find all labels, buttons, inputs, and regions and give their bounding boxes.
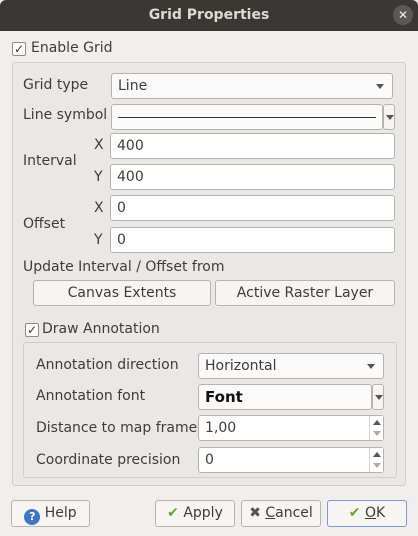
distance-to-map-frame-label: Distance to map frame	[36, 420, 198, 436]
offset-label: Offset	[23, 216, 66, 232]
increment-icon[interactable]	[373, 420, 381, 425]
help-icon: ?	[24, 509, 41, 525]
grid-properties-dialog: Grid Properties ✕ ✓ Enable Grid Grid typ…	[0, 0, 418, 536]
cancel-mnemonic: C	[265, 505, 276, 521]
checkmark-icon: ✔	[348, 505, 361, 521]
offset-x-input[interactable]: 0	[110, 195, 395, 221]
grid-settings-group: Grid type Line Line symbol Interval X 40…	[12, 62, 406, 486]
offset-x-label: X	[94, 200, 104, 216]
annotation-direction-label: Annotation direction	[36, 357, 179, 373]
close-icon: ✕	[397, 8, 409, 22]
chevron-down-icon	[386, 115, 394, 120]
precision-value: 0	[205, 452, 214, 468]
increment-icon[interactable]	[373, 452, 381, 457]
line-symbol-preview	[118, 117, 376, 118]
enable-grid-checkbox[interactable]: ✓	[12, 42, 26, 56]
cancel-button[interactable]: ✖ Cancel	[241, 500, 321, 527]
help-label: Help	[44, 505, 77, 521]
checkmark-icon: ✔	[167, 505, 179, 521]
decrement-icon[interactable]	[373, 463, 381, 468]
annotation-font-button[interactable]: Font	[198, 384, 372, 410]
interval-y-label: Y	[94, 169, 103, 185]
enable-grid-label: Enable Grid	[31, 40, 113, 56]
active-raster-layer-button[interactable]: Active Raster Layer	[215, 280, 395, 306]
checkmark-icon: ✓	[26, 323, 38, 337]
distance-spin-buttons[interactable]	[369, 416, 383, 440]
line-symbol-label: Line symbol	[23, 107, 108, 123]
update-from-label: Update Interval / Offset from	[23, 259, 225, 275]
cancel-label: ancel	[275, 505, 313, 521]
title-bar: Grid Properties ✕	[0, 0, 418, 31]
help-button[interactable]: ? Help	[11, 500, 90, 527]
coordinate-precision-label: Coordinate precision	[36, 452, 181, 468]
line-symbol-menu-button[interactable]	[383, 104, 395, 130]
ok-label: K	[376, 505, 386, 521]
annotation-font-label: Annotation font	[36, 388, 146, 404]
distance-to-map-frame-spinbox[interactable]: 1,00	[198, 415, 384, 441]
canvas-extents-button[interactable]: Canvas Extents	[33, 280, 211, 306]
decrement-icon[interactable]	[373, 431, 381, 436]
line-symbol-button[interactable]	[111, 104, 383, 130]
ok-button[interactable]: ✔ OK	[327, 500, 407, 527]
annotation-group: Annotation direction Horizontal Annotati…	[23, 342, 397, 478]
offset-y-input[interactable]: 0	[110, 227, 395, 253]
grid-type-value: Line	[118, 78, 148, 94]
annotation-font-menu-button[interactable]	[372, 384, 384, 410]
offset-y-label: Y	[94, 232, 103, 248]
interval-label: Interval	[23, 153, 77, 169]
annotation-direction-value: Horizontal	[205, 358, 277, 374]
grid-type-label: Grid type	[23, 77, 89, 93]
chevron-down-icon	[367, 364, 375, 369]
chevron-down-icon	[376, 84, 384, 89]
close-button[interactable]: ✕	[393, 5, 413, 25]
distance-value: 1,00	[205, 420, 237, 436]
interval-y-input[interactable]: 400	[110, 164, 395, 190]
annotation-direction-dropdown[interactable]: Horizontal	[198, 353, 384, 379]
ok-mnemonic: O	[364, 505, 377, 521]
interval-x-label: X	[94, 137, 104, 153]
coordinate-precision-spinbox[interactable]: 0	[198, 447, 384, 473]
cancel-x-icon: ✖	[249, 505, 261, 521]
interval-x-input[interactable]: 400	[110, 133, 395, 159]
checkmark-icon: ✓	[13, 42, 25, 56]
apply-button[interactable]: ✔ Apply	[155, 500, 235, 527]
draw-annotation-checkbox[interactable]: ✓	[25, 323, 39, 337]
precision-spin-buttons[interactable]	[369, 448, 383, 472]
window-title: Grid Properties	[148, 7, 270, 23]
apply-label: Apply	[183, 505, 223, 521]
draw-annotation-label: Draw Annotation	[42, 321, 160, 337]
chevron-down-icon	[375, 395, 383, 400]
grid-type-dropdown[interactable]: Line	[111, 73, 393, 99]
